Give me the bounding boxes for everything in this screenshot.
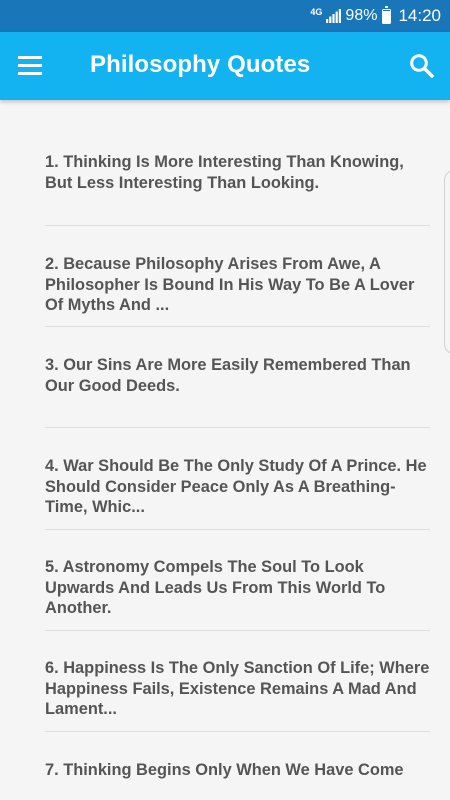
quote-list-item[interactable]: 2. Because Philosophy Arises From Awe, A… [45, 242, 430, 327]
status-bar: 4G 98% 14:20 [0, 0, 450, 32]
quote-text: 1. Thinking Is More Interesting Than Kno… [45, 153, 404, 192]
quote-text: 6. Happiness Is The Only Sanction Of Lif… [45, 659, 430, 718]
quote-list-item[interactable]: 6. Happiness Is The Only Sanction Of Lif… [45, 646, 430, 732]
quote-list-item[interactable]: 4. War Should Be The Only Study Of A Pri… [45, 444, 430, 530]
search-icon [408, 54, 436, 84]
clock-time: 14:20 [398, 6, 441, 25]
quote-list-item[interactable]: 1. Thinking Is More Interesting Than Kno… [45, 140, 430, 226]
status-icons: 4G 98% 14:20 [310, 0, 441, 32]
quote-list-item[interactable]: 5. Astronomy Compels The Soul To Look Up… [45, 545, 430, 631]
search-button[interactable] [408, 52, 436, 80]
quote-list[interactable]: 1. Thinking Is More Interesting Than Kno… [0, 100, 450, 800]
battery-percentage: 98% [345, 7, 378, 24]
quote-text: 2. Because Philosophy Arises From Awe, A… [45, 255, 415, 314]
page-title: Philosophy Quotes [90, 51, 311, 78]
edge-panel-handle[interactable] [444, 170, 450, 354]
signal-strength-icon [326, 9, 342, 23]
quote-text: 5. Astronomy Compels The Soul To Look Up… [45, 558, 386, 617]
quote-text: 7. Thinking Begins Only When We Have Com… [45, 761, 404, 779]
network-type-label: 4G [310, 7, 323, 17]
quote-text: 3. Our Sins Are More Easily Remembered T… [45, 356, 411, 395]
quote-list-item[interactable]: 7. Thinking Begins Only When We Have Com… [45, 748, 430, 800]
menu-button[interactable] [16, 54, 44, 78]
app-toolbar: Philosophy Quotes [0, 32, 450, 100]
battery-icon [382, 5, 392, 24]
quote-text: 4. War Should Be The Only Study Of A Pri… [45, 457, 427, 516]
quote-list-item[interactable]: 3. Our Sins Are More Easily Remembered T… [45, 343, 430, 428]
